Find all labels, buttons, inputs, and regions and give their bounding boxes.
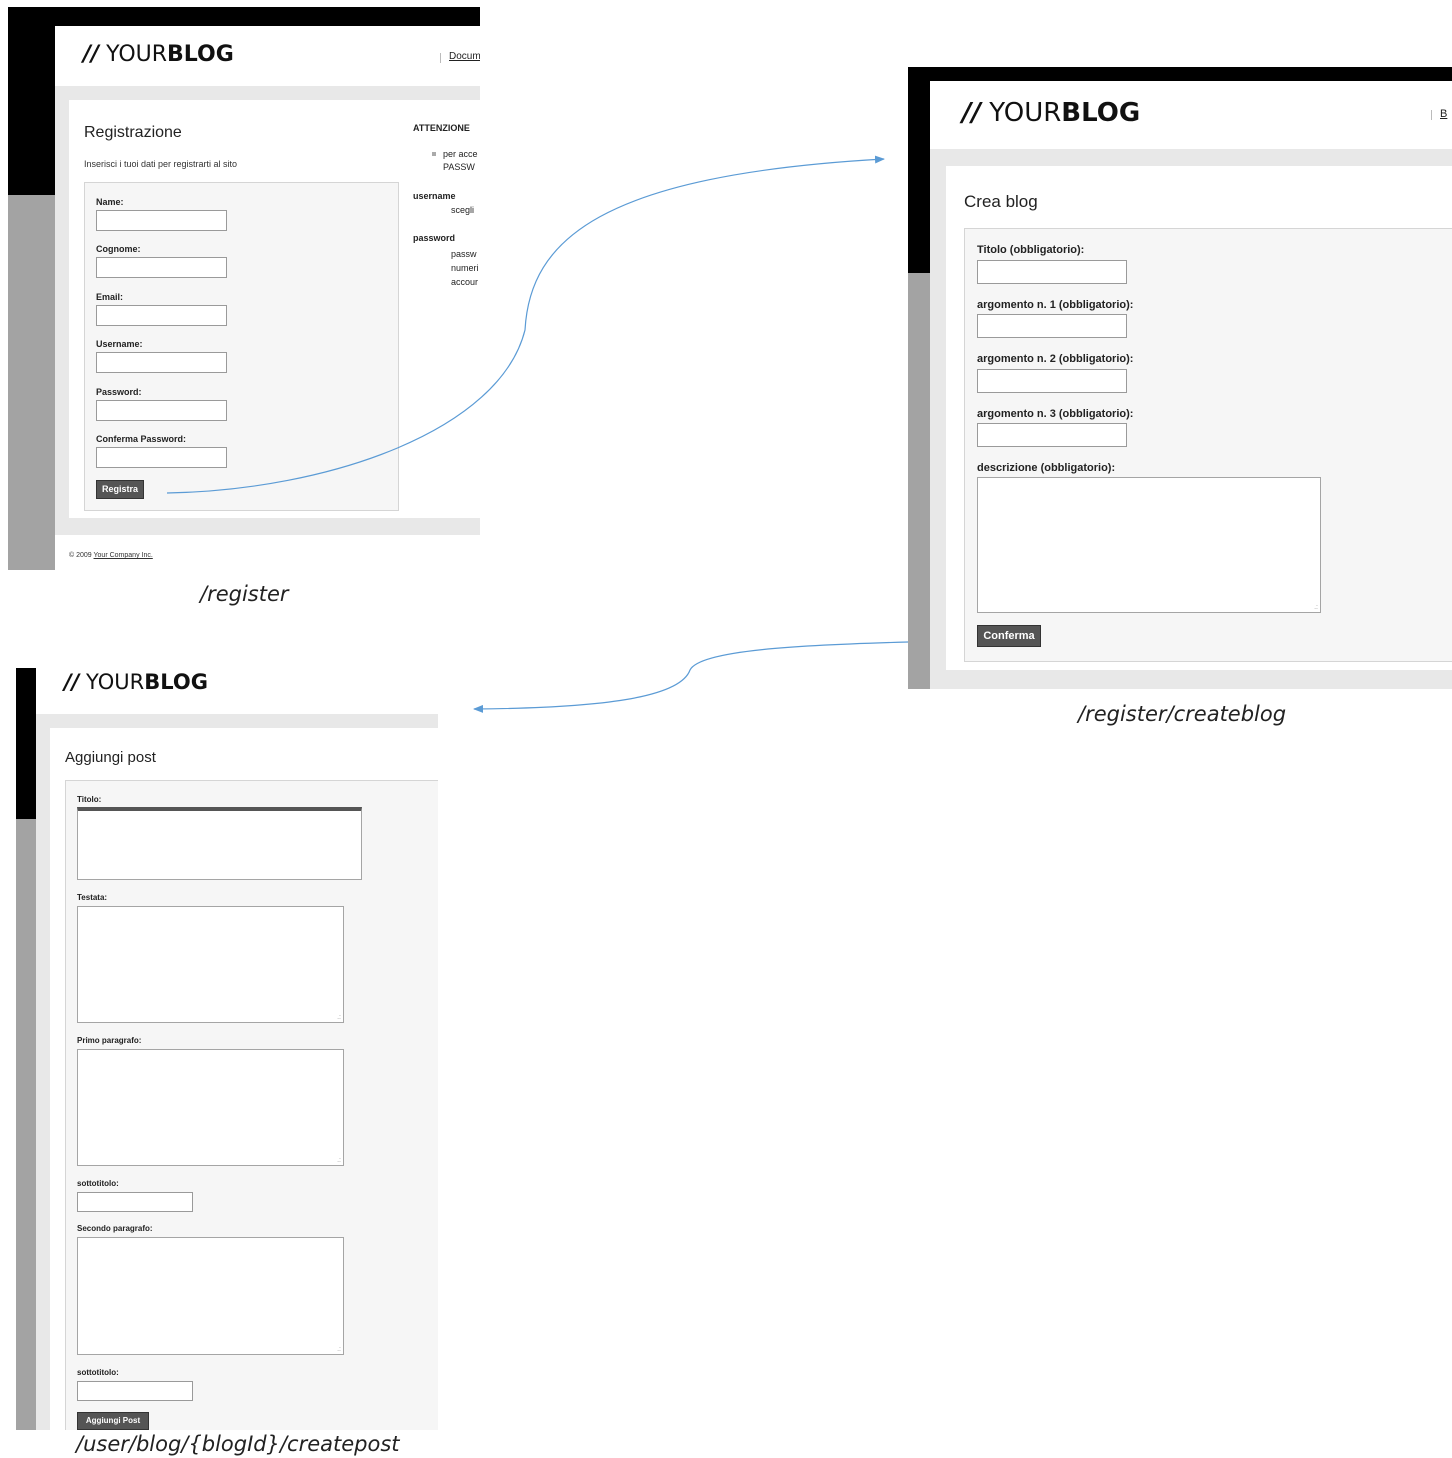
arrow-register-to-createblog [166,155,885,494]
arrow-createblog-to-createpost [473,641,909,713]
flow-arrows [166,155,909,713]
